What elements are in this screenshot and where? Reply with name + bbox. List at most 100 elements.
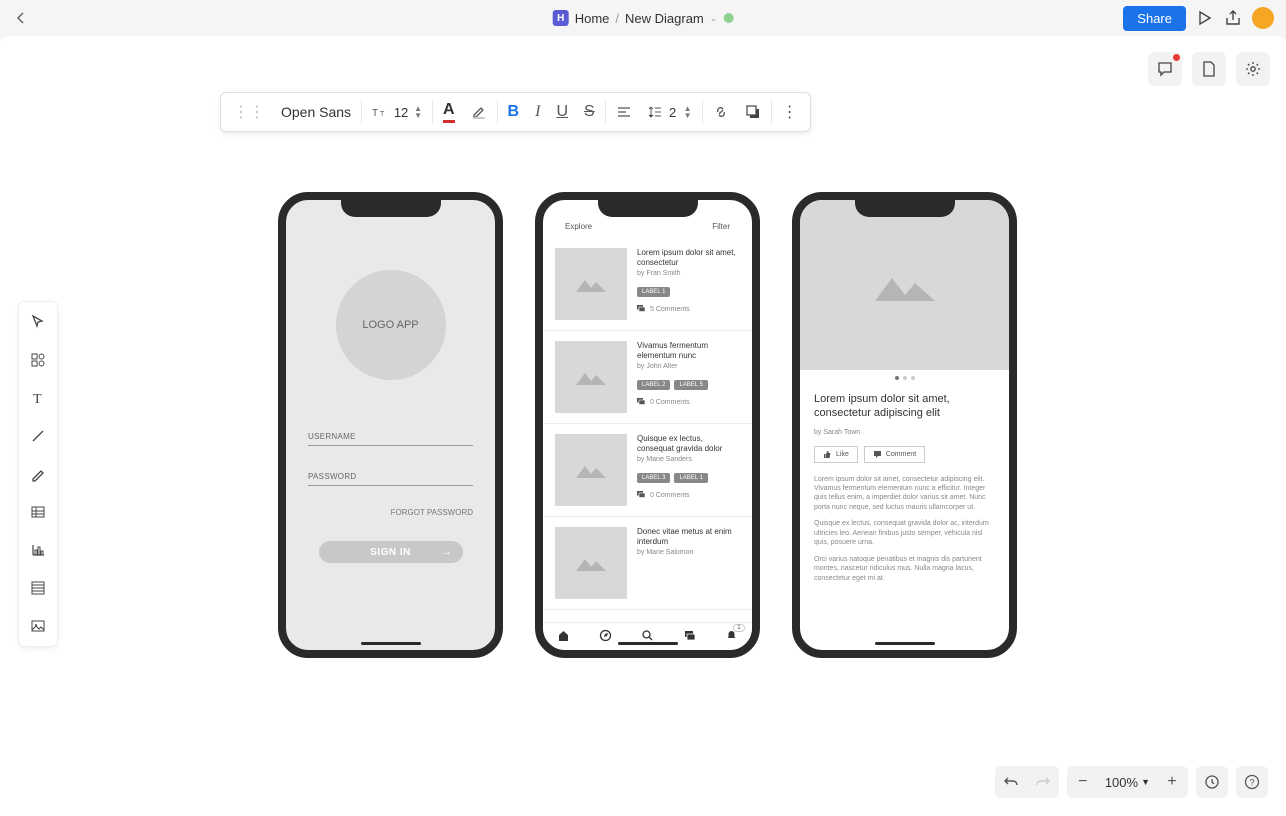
svg-text:?: ? — [1250, 778, 1255, 788]
user-avatar[interactable] — [1252, 7, 1274, 29]
detail-paragraph: Quisque ex lectus, consequat gravida dol… — [814, 519, 995, 547]
line-spacing-control[interactable]: 2 ▲▼ — [640, 93, 700, 131]
home-indicator — [361, 642, 421, 645]
table-tool-icon[interactable] — [26, 500, 50, 524]
home-indicator — [875, 642, 935, 645]
font-size-control[interactable]: TT 12 ▲▼ — [364, 93, 430, 131]
text-tool-icon[interactable]: T — [26, 386, 50, 410]
thumbnail-placeholder — [555, 434, 627, 506]
settings-button[interactable] — [1236, 52, 1270, 86]
present-icon[interactable] — [1196, 9, 1214, 27]
text-format-toolbar: ⋮⋮ Open Sans TT 12 ▲▼ A B I U S 2 ▲▼ — [220, 92, 811, 132]
hero-image-placeholder — [800, 200, 1009, 370]
zoom-in-button[interactable]: + — [1156, 766, 1188, 798]
link-button[interactable] — [705, 93, 737, 131]
zoom-out-button[interactable]: − — [1067, 766, 1099, 798]
bold-button[interactable]: B — [500, 93, 528, 131]
highlight-color-button[interactable] — [463, 93, 495, 131]
breadcrumb-separator: / — [615, 11, 619, 26]
select-tool-icon[interactable] — [26, 310, 50, 334]
list-item: Donec vitae metus at enim interdum by Ma… — [543, 517, 752, 610]
comment-button-mockup: Comment — [864, 446, 925, 463]
comments-count: 0 Comments — [637, 398, 740, 407]
mockup-detail-screen[interactable]: Lorem ipsum dolor sit amet, consectetur … — [792, 192, 1017, 658]
phone-notch — [855, 199, 955, 217]
app-header: H Home / New Diagram ⌄ Share — [0, 0, 1286, 36]
strikethrough-button[interactable]: S — [576, 93, 603, 131]
canvas[interactable]: ⋮⋮ Open Sans TT 12 ▲▼ A B I U S 2 ▲▼ — [0, 36, 1286, 816]
thumbnail-placeholder — [555, 248, 627, 320]
label-chip: LABEL 1 — [637, 287, 670, 297]
layer-button[interactable] — [737, 93, 769, 131]
detail-author: by Sarah Town — [814, 429, 995, 436]
phone-notch — [598, 199, 698, 217]
component-tool-icon[interactable] — [26, 576, 50, 600]
undo-button[interactable] — [995, 766, 1027, 798]
breadcrumb-home[interactable]: Home — [575, 11, 610, 26]
tab-explore: Explore — [565, 222, 592, 231]
mockup-list-screen[interactable]: Explore Filter Lorem ipsum dolor sit ame… — [535, 192, 760, 658]
font-family-selector[interactable]: Open Sans — [273, 93, 359, 131]
toolbar-grip-icon[interactable]: ⋮⋮ — [225, 93, 273, 131]
image-tool-icon[interactable] — [26, 614, 50, 638]
redo-button[interactable] — [1027, 766, 1059, 798]
carousel-dots — [800, 376, 1009, 380]
phone-notch — [341, 199, 441, 217]
history-button[interactable] — [1196, 766, 1228, 798]
breadcrumb-diagram-name[interactable]: New Diagram — [625, 11, 704, 26]
list-item-author: by Marie Sanders — [637, 456, 740, 463]
chart-tool-icon[interactable] — [26, 538, 50, 562]
list-item: Quisque ex lectus, consequat gravida dol… — [543, 424, 752, 517]
svg-text:T: T — [372, 108, 378, 119]
bottom-nav: 1 — [543, 622, 752, 650]
label-chip: LABEL 3 — [637, 473, 670, 483]
line-tool-icon[interactable] — [26, 424, 50, 448]
thumbnail-placeholder — [555, 341, 627, 413]
help-button[interactable]: ? — [1236, 766, 1268, 798]
italic-button[interactable]: I — [527, 93, 548, 131]
align-button[interactable] — [608, 93, 640, 131]
home-indicator — [618, 642, 678, 645]
share-button[interactable]: Share — [1123, 6, 1186, 31]
comments-count: 5 Comments — [637, 305, 740, 314]
shapes-tool-icon[interactable] — [26, 348, 50, 372]
username-field-label: USERNAME — [308, 428, 473, 446]
arrow-right-icon: → — [441, 546, 453, 558]
app-logo: H — [553, 10, 569, 26]
list-item-title: Vivamus fermentum elementum nunc — [637, 341, 740, 362]
zoom-level-display[interactable]: 100%▼ — [1099, 775, 1156, 790]
list-item-author: by John Alter — [637, 363, 740, 370]
pen-tool-icon[interactable] — [26, 462, 50, 486]
svg-text:T: T — [380, 111, 385, 118]
export-icon[interactable] — [1224, 9, 1242, 27]
more-options-button[interactable]: ⋮ — [774, 93, 806, 131]
breadcrumb-dropdown-icon[interactable]: ⌄ — [710, 13, 718, 24]
detail-paragraph: Orci varius natoque penatibus et magnis … — [814, 555, 995, 583]
back-button[interactable] — [12, 7, 30, 29]
left-toolbar: T — [18, 301, 58, 647]
label-chip: LABEL 1 — [674, 473, 707, 483]
signin-button-mockup: SIGN IN → — [319, 541, 463, 563]
bell-icon: 1 — [725, 629, 738, 642]
explore-icon — [599, 629, 612, 642]
svg-text:T: T — [33, 392, 42, 406]
list-item-title: Quisque ex lectus, consequat gravida dol… — [637, 434, 740, 455]
page-panel-button[interactable] — [1192, 52, 1226, 86]
search-icon — [641, 629, 654, 642]
list-item-author: by Marie Salomon — [637, 549, 740, 556]
list-item: Lorem ipsum dolor sit amet, consectetur … — [543, 238, 752, 331]
detail-title: Lorem ipsum dolor sit amet, consectetur … — [814, 392, 995, 421]
list-item-title: Lorem ipsum dolor sit amet, consectetur — [637, 248, 740, 269]
font-size-stepper[interactable]: ▲▼ — [414, 105, 422, 119]
password-field-label: PASSWORD — [308, 468, 473, 486]
underline-button[interactable]: U — [548, 93, 576, 131]
list-item: Vivamus fermentum elementum nunc by John… — [543, 331, 752, 424]
mockup-login-screen[interactable]: LOGO APP USERNAME PASSWORD FORGOT PASSWO… — [278, 192, 503, 658]
line-spacing-stepper[interactable]: ▲▼ — [684, 105, 692, 119]
chat-icon — [683, 629, 696, 642]
comments-panel-button[interactable] — [1148, 52, 1182, 86]
forgot-password-link: FORGOT PASSWORD — [308, 508, 473, 517]
label-chip: LABEL 5 — [674, 380, 707, 390]
logo-placeholder: LOGO APP — [336, 270, 446, 380]
text-color-button[interactable]: A — [435, 93, 463, 131]
